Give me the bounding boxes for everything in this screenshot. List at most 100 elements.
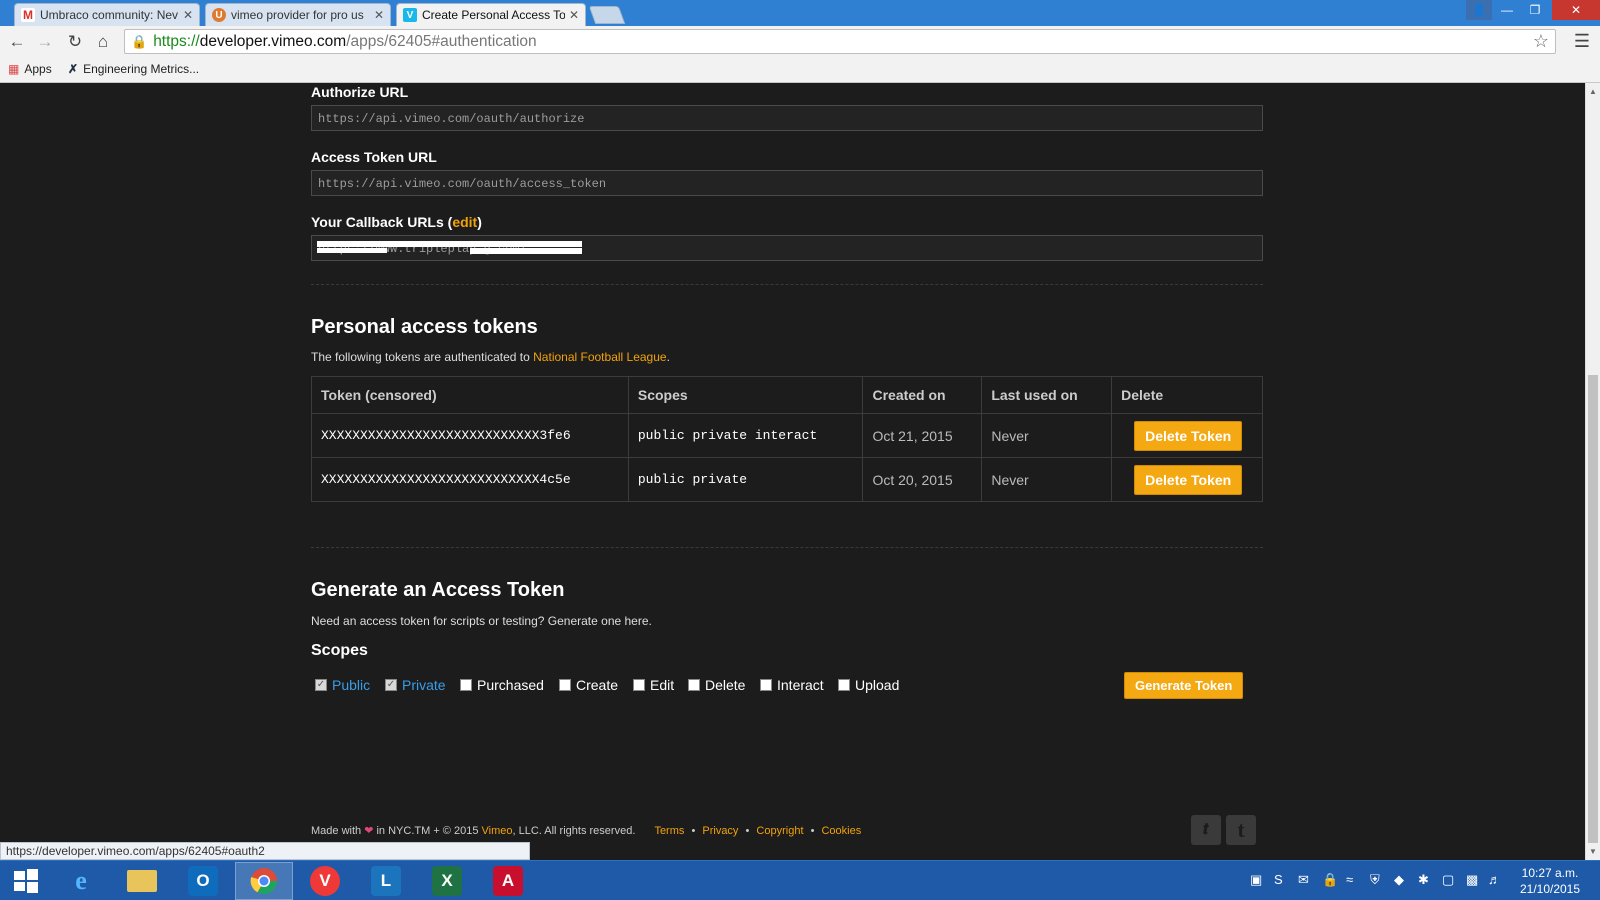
scroll-up-arrow-icon[interactable]: ▲ (1589, 87, 1597, 96)
tab-label: vimeo provider for pro us (231, 8, 364, 22)
close-tab-icon[interactable]: ✕ (569, 8, 579, 22)
scope-upload-checkbox[interactable]: Upload (838, 677, 899, 693)
scope-interact-checkbox[interactable]: Interact (760, 677, 824, 693)
tray-wireless-icon[interactable]: ≈ (1346, 872, 1353, 887)
address-bar[interactable]: 🔒 https:// developer.vimeo.com /apps/624… (124, 29, 1556, 54)
table-row: XXXXXXXXXXXXXXXXXXXXXXXXXXXX3fe6 public … (311, 413, 1263, 458)
checkbox-checked-icon[interactable]: ✓ (385, 679, 397, 691)
checkbox-icon[interactable] (760, 679, 772, 691)
checkbox-icon[interactable] (688, 679, 700, 691)
scope-edit-checkbox[interactable]: Edit (633, 677, 674, 693)
checkbox-icon[interactable] (838, 679, 850, 691)
column-header: Created on (862, 376, 983, 414)
bookmark-apps[interactable]: ▦ Apps (8, 62, 52, 76)
tray-lock-icon[interactable]: 🔒 (1322, 872, 1338, 888)
scroll-down-arrow-icon[interactable]: ▼ (1589, 847, 1597, 856)
generate-token-description: Need an access token for scripts or test… (311, 614, 652, 628)
tray-shield-icon[interactable]: ⛨ (1370, 872, 1380, 888)
redaction-mark (470, 248, 582, 254)
footer-made-with: Made with (311, 825, 362, 837)
footer-vimeo-link[interactable]: Vimeo (482, 825, 513, 837)
delete-token-button[interactable]: Delete Token (1134, 464, 1243, 495)
acrobat-icon[interactable]: A (479, 862, 537, 900)
callback-url-field[interactable]: https://www.tripleplay.g.com/ (311, 235, 1263, 261)
file-explorer-icon[interactable] (113, 862, 171, 900)
last-used-cell: Never (981, 413, 1113, 458)
checkbox-checked-icon[interactable]: ✓ (315, 679, 327, 691)
bookmark-star-icon[interactable]: ☆ (1533, 31, 1549, 52)
page-scrollbar[interactable]: ▲ ▼ (1585, 83, 1600, 860)
tray-network-icon[interactable]: ▣ (1250, 872, 1262, 888)
restore-icon[interactable]: ❐ (1522, 0, 1548, 20)
scrollbar-thumb[interactable] (1588, 375, 1598, 843)
tokens-table: Token (censored) Scopes Created on Last … (311, 376, 1263, 502)
vivaldi-icon[interactable]: V (296, 862, 354, 900)
lync-icon[interactable]: L (357, 862, 415, 900)
tab-gmail[interactable]: M Umbraco community: Nev ✕ (14, 3, 200, 26)
organization-link[interactable]: National Football League (533, 350, 666, 364)
minimize-icon[interactable]: — (1494, 0, 1520, 20)
column-header: Scopes (627, 376, 864, 414)
close-tab-icon[interactable]: ✕ (374, 8, 384, 22)
twitter-icon[interactable]: 𝒕 (1191, 815, 1221, 845)
generate-token-button[interactable]: Generate Token (1124, 672, 1244, 699)
tray-outlook-icon[interactable]: ✉ (1298, 872, 1309, 888)
content-offset: Authorize URL https://api.vimeo.com/oaut… (0, 83, 1585, 860)
tray-device-icon[interactable]: ▢ (1442, 872, 1454, 888)
checkbox-icon[interactable] (559, 679, 571, 691)
home-icon[interactable]: ⌂ (92, 31, 114, 53)
internet-explorer-icon[interactable]: e (52, 862, 110, 900)
forward-arrow-icon[interactable]: → (34, 31, 56, 53)
tray-skype-icon[interactable]: S (1274, 872, 1283, 887)
tab-umbraco[interactable]: U vimeo provider for pro us ✕ (205, 3, 391, 26)
outlook-icon[interactable]: O (174, 862, 232, 900)
tray-volume-icon[interactable]: ♬ (1488, 872, 1501, 887)
callback-label-text: Your Callback URLs ( (311, 214, 453, 230)
footer-privacy-link[interactable]: Privacy (702, 825, 738, 837)
page-content: Authorize URL https://api.vimeo.com/oaut… (0, 83, 1585, 860)
scope-public-checkbox[interactable]: ✓ Public (315, 677, 370, 693)
tumblr-icon[interactable]: t (1226, 815, 1256, 845)
scopes-heading: Scopes (311, 642, 368, 659)
chrome-icon[interactable] (235, 862, 293, 900)
folder-glyph (127, 870, 157, 892)
windows-start-icon[interactable] (0, 862, 52, 900)
close-tab-icon[interactable]: ✕ (183, 8, 193, 22)
access-token-url-field[interactable]: https://api.vimeo.com/oauth/access_token (311, 170, 1263, 196)
footer-terms-link[interactable]: Terms (654, 825, 684, 837)
scope-label: Private (402, 677, 446, 693)
checkbox-icon[interactable] (460, 679, 472, 691)
authorize-url-field[interactable]: https://api.vimeo.com/oauth/authorize (311, 105, 1263, 131)
tray-bluetooth-icon[interactable]: ✱ (1418, 872, 1429, 888)
link-status-bubble: https://developer.vimeo.com/apps/62405#o… (0, 842, 530, 860)
new-tab-button[interactable] (588, 6, 626, 24)
scope-purchased-checkbox[interactable]: Purchased (460, 677, 544, 693)
tray-signal-icon[interactable]: ▩ (1466, 872, 1478, 888)
taskbar-clock[interactable]: 10:27 a.m. 21/10/2015 (1510, 865, 1590, 897)
gmail-icon: M (21, 8, 35, 22)
checkbox-icon[interactable] (633, 679, 645, 691)
close-window-icon[interactable]: ✕ (1552, 0, 1600, 20)
footer-copyright-link[interactable]: Copyright (756, 825, 803, 837)
scope-delete-checkbox[interactable]: Delete (688, 677, 745, 693)
scope-create-checkbox[interactable]: Create (559, 677, 618, 693)
page-footer: Made with ❤ in NYC.TM + © 2015 Vimeo, LL… (311, 824, 861, 837)
tab-label: Create Personal Access To (422, 8, 565, 22)
back-arrow-icon[interactable]: ← (6, 31, 28, 53)
scope-private-checkbox[interactable]: ✓ Private (385, 677, 446, 693)
tray-security-icon[interactable]: ◆ (1394, 872, 1404, 888)
url-host: developer.vimeo.com (199, 32, 347, 50)
browser-menu-icon[interactable]: ☰ (1574, 31, 1590, 52)
excel-icon[interactable]: X (418, 862, 476, 900)
footer-cookies-link[interactable]: Cookies (821, 825, 861, 837)
bookmark-engineering-metrics[interactable]: ✗ Engineering Metrics... (68, 62, 199, 76)
footer-llc: , LLC. All rights reserved. (512, 825, 636, 837)
vimeo-icon: V (403, 8, 417, 22)
url-path: /apps/62405#authentication (346, 32, 537, 50)
tab-vimeo[interactable]: V Create Personal Access To ✕ (396, 3, 586, 26)
reload-icon[interactable]: ↻ (64, 31, 86, 53)
user-profile-icon[interactable]: 👤 (1466, 0, 1492, 20)
callback-edit-link[interactable]: edit (452, 214, 477, 230)
delete-token-button[interactable]: Delete Token (1134, 420, 1243, 451)
created-cell: Oct 20, 2015 (862, 457, 983, 502)
